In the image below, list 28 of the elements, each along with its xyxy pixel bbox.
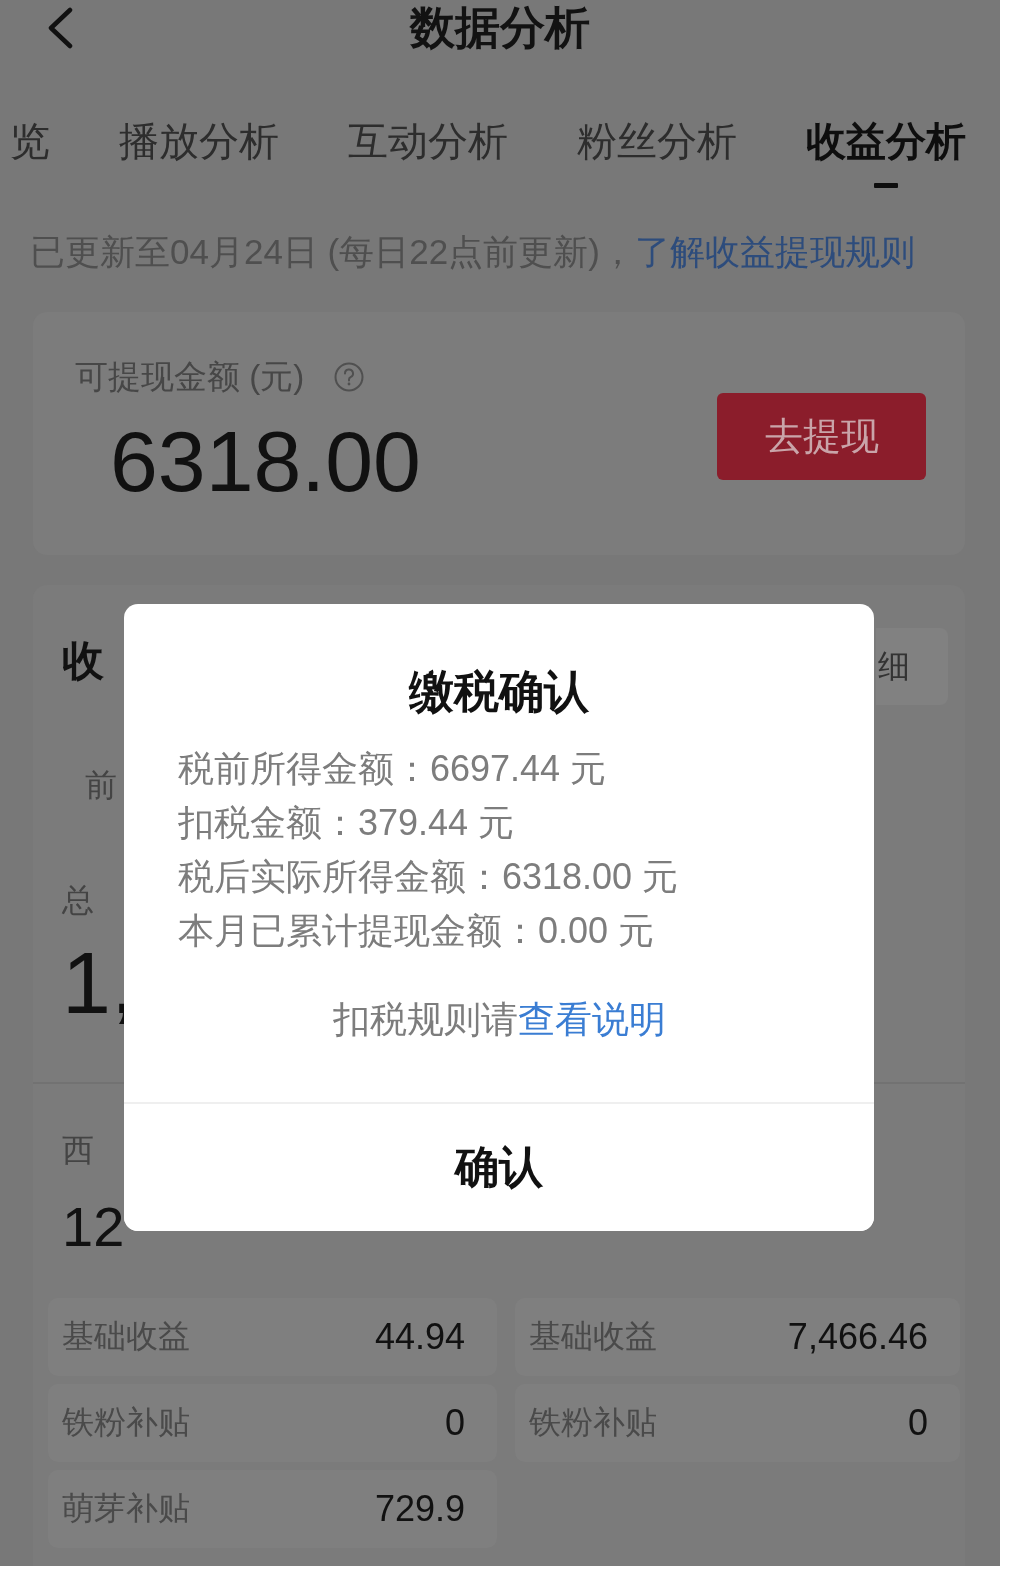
income-source-amount: 12 bbox=[62, 1197, 125, 1257]
tax-detail-line: 扣税金额：379.44 元 bbox=[178, 801, 515, 845]
tab[interactable]: 收益分析 bbox=[806, 120, 966, 162]
income-row-value: 7,466.46 bbox=[787, 1316, 928, 1358]
selected-tab-underline bbox=[874, 183, 898, 188]
withdrawable-amount: 6318.00 bbox=[110, 417, 421, 505]
withdraw-button[interactable]: 去提现 bbox=[717, 393, 926, 480]
details-button[interactable]: 细 bbox=[876, 628, 948, 705]
income-row-value: 729.9 bbox=[374, 1488, 465, 1530]
page-title: 数据分析 bbox=[410, 2, 590, 54]
income-row-value: 44.94 bbox=[374, 1316, 465, 1358]
tax-detail-line: 税后实际所得金额：6318.00 元 bbox=[178, 855, 679, 899]
tab[interactable]: 览 bbox=[10, 120, 50, 162]
tab[interactable]: 播放分析 bbox=[119, 120, 279, 162]
back-icon[interactable] bbox=[46, 7, 74, 49]
income-row-value: 0 bbox=[907, 1402, 928, 1444]
view-explanation-link[interactable]: 查看说明 bbox=[517, 999, 666, 1040]
tab[interactable]: 互动分析 bbox=[348, 120, 508, 162]
income-source-label: 西 bbox=[62, 1131, 94, 1170]
tab[interactable]: 粉丝分析 bbox=[577, 120, 737, 162]
withdrawal-rules-link[interactable]: 了解收益提现规则 bbox=[634, 232, 915, 271]
income-card-title: 收 bbox=[62, 637, 104, 685]
period-tab[interactable]: 前 bbox=[85, 765, 117, 805]
income-row-value: 0 bbox=[444, 1402, 465, 1444]
tax-detail-line: 税前所得金额：6697.44 元 bbox=[178, 747, 607, 791]
tax-detail-line: 本月已累计提现金额：0.00 元 bbox=[178, 909, 655, 953]
dialog-title: 缴税确认 bbox=[409, 666, 589, 718]
tax-rule-note: 扣税规则请查看说明 bbox=[332, 998, 666, 1042]
